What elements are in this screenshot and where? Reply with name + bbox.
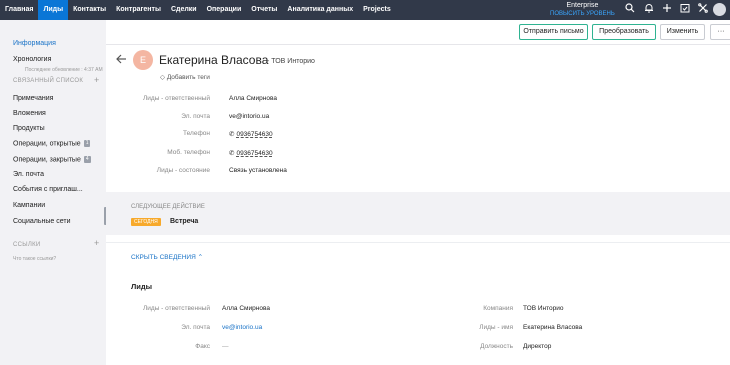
nav-contacts[interactable]: Контакты <box>68 0 111 20</box>
count-badge: 1 <box>83 140 91 147</box>
sidebar-item-label: Операции, закрытые <box>13 156 81 164</box>
count-badge: 4 <box>83 156 91 163</box>
sidebar-item-closed-activities[interactable]: Операции, закрытые 4 <box>13 156 91 163</box>
detail-fax-value[interactable]: — <box>222 343 229 350</box>
detail-name-label: Лиды - имя <box>479 324 513 331</box>
links-header: ССЫЛКИ <box>13 242 41 248</box>
calendar-check-icon[interactable] <box>678 3 692 17</box>
detail-fax-label: Факс <box>195 343 210 350</box>
sidebar-item-open-activities[interactable]: Операции, открытые 1 <box>13 140 91 148</box>
summary-mobile-value[interactable]: ✆ 0936754630 <box>229 149 273 157</box>
phone-number[interactable]: 0936754630 <box>236 131 272 138</box>
detail-name-value[interactable]: Екатерина Власова <box>523 324 582 331</box>
add-tags-label: Добавить теги <box>166 74 210 81</box>
nav-activities[interactable]: Операции <box>202 0 247 20</box>
sidebar-item-label: Эл. почта <box>13 171 44 178</box>
timeline-updated: Последнее обновление : 4:37 AM <box>25 67 103 73</box>
more-button[interactable]: ··· <box>710 24 730 40</box>
divider <box>106 242 730 243</box>
sidebar-item-label: Вложения <box>13 110 46 117</box>
tools-icon[interactable] <box>696 3 710 17</box>
nav-leads[interactable]: Лиды <box>38 0 69 20</box>
summary-email-label: Эл. почта <box>181 113 210 120</box>
sidebar-item-label: Примечания <box>13 95 54 102</box>
detail-owner-value[interactable]: Алла Смирнова <box>222 305 270 312</box>
nav-analytics[interactable]: Аналитика данных <box>282 0 358 20</box>
detail-owner-label: Лиды - ответственный <box>143 305 210 312</box>
mobile-number[interactable]: 0936754630 <box>236 150 272 157</box>
sidebar-item-social[interactable]: Социальные сети <box>13 218 71 225</box>
summary-owner-label: Лиды - ответственный <box>143 95 210 102</box>
sidebar-item-campaigns[interactable]: Кампании <box>13 202 45 209</box>
sidebar-item-timeline[interactable]: Хронология <box>13 56 51 63</box>
add-link-plus-icon[interactable]: + <box>94 238 99 248</box>
send-email-button[interactable]: Отправить письмо <box>519 24 588 40</box>
summary-mobile-label: Моб. телефон <box>167 149 210 156</box>
detail-title-label: Должность <box>480 343 513 350</box>
top-nav: Главная Лиды Контакты Контрагенты Сделки… <box>0 0 730 20</box>
nav-deals[interactable]: Сделки <box>166 0 202 20</box>
summary-phone-label: Телефон <box>183 130 210 137</box>
sidebar-item-notes[interactable]: Примечания <box>13 95 53 102</box>
sidebar-item-label: Кампании <box>13 202 46 209</box>
user-avatar[interactable] <box>713 3 726 16</box>
sidebar-item-products[interactable]: Продукты <box>13 125 45 132</box>
related-list-header: СВЯЗАННЫЙ СПИСОК <box>13 78 84 84</box>
plan-name: Enterprise <box>566 2 599 9</box>
detail-email-value[interactable]: ve@intorio.ua <box>222 324 262 331</box>
add-related-plus-icon[interactable]: + <box>94 75 99 85</box>
summary-phone-value[interactable]: ✆ 0936754630 <box>229 130 273 138</box>
nav-accounts[interactable]: Контрагенты <box>111 0 166 20</box>
today-badge: СЕГОДНЯ <box>131 218 161 226</box>
sidebar-item-attachments[interactable]: Вложения <box>13 110 46 117</box>
record-avatar[interactable]: E <box>133 50 153 70</box>
hide-details-label: СКРЫТЬ СВЕДЕНИЯ <box>131 254 196 261</box>
hide-details-link[interactable]: СКРЫТЬ СВЕДЕНИЯ ⌃ <box>131 253 203 261</box>
detail-email-label: Эл. почта <box>181 324 210 331</box>
sidebar-item-invited-events[interactable]: События с приглаш... <box>13 186 83 193</box>
tag-icon: ◇ <box>160 74 165 81</box>
bell-icon[interactable] <box>642 3 656 17</box>
plus-icon[interactable] <box>660 3 674 17</box>
next-action-title: СЛЕДУЮЩЕЕ ДЕЙСТВИЕ <box>131 204 205 210</box>
sidebar-item-info[interactable]: Информация <box>13 40 56 47</box>
chevron-up-icon: ⌃ <box>197 254 204 261</box>
summary-status-value[interactable]: Связь установлена <box>229 167 287 174</box>
sidebar-item-email[interactable]: Эл. почта <box>13 171 44 178</box>
upgrade-link[interactable]: ПОВЫСИТЬ УРОВЕНЬ <box>550 10 615 18</box>
search-icon[interactable] <box>623 3 637 17</box>
phone-icon: ✆ <box>229 131 235 138</box>
sidebar-item-label: Продукты <box>13 125 45 132</box>
nav-home[interactable]: Главная <box>0 0 38 20</box>
detail-company-label: Компания <box>483 305 513 312</box>
sidebar-item-label: События с приглаш... <box>13 186 83 193</box>
nav-projects[interactable]: Projects <box>358 0 396 20</box>
detail-company-value[interactable]: ТОВ Инторио <box>523 305 564 312</box>
convert-button[interactable]: Преобразовать <box>592 24 656 40</box>
nav-reports[interactable]: Отчеты <box>246 0 282 20</box>
detail-title-value[interactable]: Директор <box>523 343 551 350</box>
back-arrow-icon[interactable] <box>116 53 127 67</box>
sidebar-item-label: Операции, открытые <box>13 140 81 148</box>
phone-icon: ✆ <box>229 150 235 157</box>
summary-email-value[interactable]: ve@intorio.ua <box>229 113 269 120</box>
details-section-title: Лиды <box>131 282 153 291</box>
summary-status-label: Лиды - состояние <box>156 167 210 174</box>
next-action-event[interactable]: Встреча <box>170 218 198 225</box>
next-action-band <box>106 192 730 235</box>
summary-owner-value[interactable]: Алла Смирнова <box>229 95 277 102</box>
record-name: Екатерина Власова <box>159 53 269 67</box>
add-tags-link[interactable]: ◇ Добавить теги <box>160 73 210 81</box>
links-hint[interactable]: Что такое ссылки? <box>13 256 56 262</box>
record-company: - ТОВ Инторио <box>267 58 315 65</box>
sidebar-item-label: Социальные сети <box>13 218 71 225</box>
plan-info: Enterprise ПОВЫСИТЬ УРОВЕНЬ <box>550 1 615 18</box>
edit-button[interactable]: Изменить <box>660 24 705 40</box>
